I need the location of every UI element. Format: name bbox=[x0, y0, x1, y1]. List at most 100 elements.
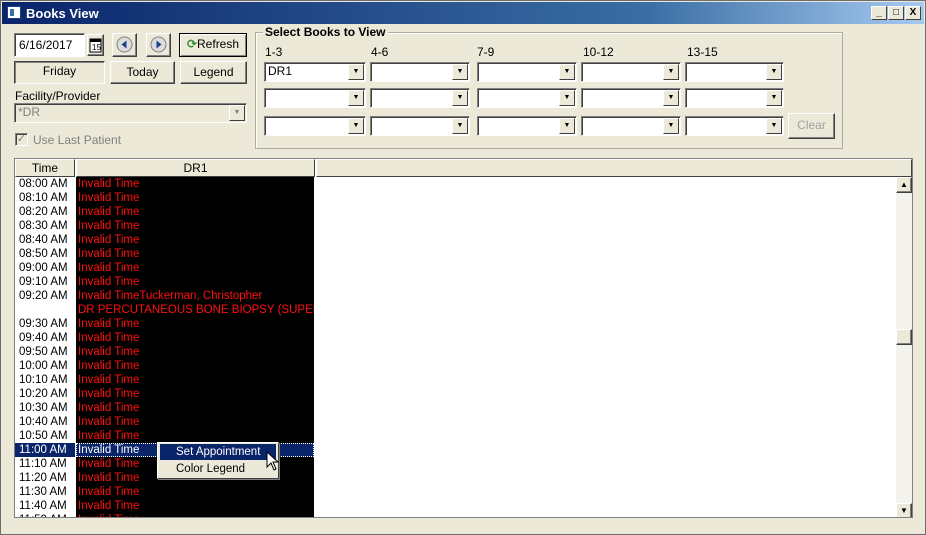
time-slot-row[interactable]: 09:10 AM bbox=[15, 275, 75, 289]
book-select-7[interactable]: ▼ bbox=[477, 62, 577, 82]
book-select-15[interactable]: ▼ bbox=[685, 116, 784, 136]
day-label: Friday bbox=[42, 64, 77, 78]
previous-day-button[interactable] bbox=[112, 33, 137, 57]
book-select-8[interactable]: ▼ bbox=[477, 88, 577, 108]
clear-button[interactable]: Clear bbox=[788, 113, 835, 139]
appointment-slot[interactable]: Invalid TimeTuckerman, Christopher DR PER… bbox=[76, 289, 314, 317]
menu-item-set-appointment[interactable]: Set Appointment bbox=[160, 444, 276, 460]
time-slot-row[interactable]: 08:40 AM bbox=[15, 233, 75, 247]
time-slot-row[interactable]: 10:10 AM bbox=[15, 373, 75, 387]
time-slot-row[interactable]: 09:00 AM bbox=[15, 261, 75, 275]
app-icon bbox=[7, 6, 21, 19]
time-slot-row[interactable]: 11:00 AM bbox=[15, 443, 75, 457]
appointment-slot[interactable]: Invalid Time bbox=[76, 331, 314, 345]
appointment-slot[interactable]: Invalid Time bbox=[76, 317, 314, 331]
book-select-12[interactable]: ▼ bbox=[581, 116, 681, 136]
time-slot-row[interactable]: 10:40 AM bbox=[15, 415, 75, 429]
legend-label: Legend bbox=[193, 65, 234, 79]
use-last-patient-checkbox[interactable]: ✓ bbox=[15, 133, 28, 146]
appointment-slot[interactable]: Invalid Time bbox=[76, 233, 314, 247]
book-select-5[interactable]: ▼ bbox=[370, 88, 470, 108]
time-slot-row[interactable]: 11:40 AM bbox=[15, 499, 75, 513]
appointment-slot[interactable]: Invalid Time bbox=[76, 191, 314, 205]
appointment-slot[interactable]: Invalid Time bbox=[76, 359, 314, 373]
time-slot-row[interactable]: 10:30 AM bbox=[15, 401, 75, 415]
next-day-button[interactable] bbox=[146, 33, 171, 57]
time-slot-row[interactable]: 11:20 AM bbox=[15, 471, 75, 485]
book-select-1[interactable]: DR1 ▼ bbox=[264, 62, 366, 82]
minimize-button[interactable]: _ bbox=[871, 6, 887, 20]
appointment-slot[interactable]: Invalid Time bbox=[76, 345, 314, 359]
time-slot-row[interactable]: 08:30 AM bbox=[15, 219, 75, 233]
appointment-slot[interactable]: Invalid Time bbox=[76, 177, 314, 191]
legend-button[interactable]: Legend bbox=[180, 61, 247, 84]
appointment-slot-text: Invalid Time bbox=[78, 262, 140, 274]
facility-provider-select[interactable]: *DR ▼ bbox=[14, 103, 247, 123]
book-select-value: DR1 bbox=[268, 64, 293, 78]
time-slot-row[interactable]: 10:20 AM bbox=[15, 387, 75, 401]
calendar-button[interactable]: 15 bbox=[87, 34, 104, 56]
time-slot-row[interactable]: 11:10 AM bbox=[15, 457, 75, 471]
book-select-2[interactable]: ▼ bbox=[264, 88, 366, 108]
book-select-13[interactable]: ▼ bbox=[685, 62, 784, 82]
time-slot-row[interactable]: 08:50 AM bbox=[15, 247, 75, 261]
date-value: 6/16/2017 bbox=[19, 38, 73, 52]
clear-label: Clear bbox=[797, 118, 826, 132]
book-column-label: 4-6 bbox=[371, 45, 389, 59]
book-select-14[interactable]: ▼ bbox=[685, 88, 784, 108]
chevron-down-icon: ▼ bbox=[663, 90, 679, 106]
appointment-slot[interactable]: Invalid Time bbox=[76, 429, 314, 443]
appointment-slot[interactable]: Invalid Time bbox=[76, 485, 314, 499]
scroll-up-button[interactable]: ▲ bbox=[896, 177, 912, 193]
appointment-slot-text: Invalid Time bbox=[78, 374, 140, 386]
time-slot-row[interactable]: 08:00 AM bbox=[15, 177, 75, 191]
appointment-slot[interactable]: Invalid Time bbox=[76, 261, 314, 275]
book-select-9[interactable]: ▼ bbox=[477, 116, 577, 136]
book-select-10[interactable]: ▼ bbox=[581, 62, 681, 82]
close-button[interactable]: X bbox=[905, 6, 921, 20]
scroll-thumb[interactable] bbox=[896, 329, 912, 345]
appointment-slot[interactable]: Invalid Time bbox=[76, 387, 314, 401]
appointment-slot[interactable]: Invalid Time bbox=[76, 415, 314, 429]
appointment-slot[interactable]: Invalid Time bbox=[76, 275, 314, 289]
title-bar[interactable]: Books View _ □ X bbox=[2, 2, 924, 24]
appointment-slot[interactable]: Invalid Time bbox=[76, 205, 314, 219]
appointment-slot[interactable]: Invalid Time bbox=[76, 513, 314, 517]
today-button[interactable]: Today bbox=[110, 61, 175, 84]
refresh-button[interactable]: ⟳Refresh bbox=[179, 33, 247, 57]
appointment-slot-text: Invalid Time bbox=[78, 248, 140, 260]
time-slot-row[interactable]: 11:50 AM bbox=[15, 513, 75, 517]
book-column-label: 13-15 bbox=[687, 45, 718, 59]
appointment-slot[interactable]: Invalid Time bbox=[76, 401, 314, 415]
vertical-scrollbar[interactable]: ▲ ▼ bbox=[896, 177, 912, 517]
chevron-down-icon: ▼ bbox=[766, 64, 782, 80]
time-slot-row[interactable]: 09:30 AM bbox=[15, 317, 75, 331]
book-select-3[interactable]: ▼ bbox=[264, 116, 366, 136]
time-slot-row[interactable]: 08:10 AM bbox=[15, 191, 75, 205]
window-title: Books View bbox=[26, 6, 99, 21]
appointment-slot[interactable]: Invalid Time bbox=[76, 247, 314, 261]
appointment-slot[interactable]: Invalid Time bbox=[76, 373, 314, 387]
date-field[interactable]: 6/16/2017 bbox=[14, 33, 85, 57]
time-column-header[interactable]: Time bbox=[15, 159, 75, 177]
time-slot-row[interactable]: 09:20 AM bbox=[15, 289, 75, 317]
book-select-4[interactable]: ▼ bbox=[370, 62, 470, 82]
menu-item-color-legend[interactable]: Color Legend bbox=[160, 461, 276, 477]
chevron-down-icon: ▼ bbox=[559, 64, 575, 80]
time-slot-row[interactable]: 10:00 AM bbox=[15, 359, 75, 373]
time-slot-row[interactable]: 09:50 AM bbox=[15, 345, 75, 359]
time-slot-row[interactable]: 09:40 AM bbox=[15, 331, 75, 345]
facility-provider-label: Facility/Provider bbox=[15, 89, 101, 103]
provider-column-header[interactable]: DR1 bbox=[76, 159, 315, 177]
maximize-button[interactable]: □ bbox=[888, 6, 904, 20]
book-select-6[interactable]: ▼ bbox=[370, 116, 470, 136]
time-slot-row[interactable]: 08:20 AM bbox=[15, 205, 75, 219]
scroll-down-button[interactable]: ▼ bbox=[896, 503, 912, 517]
appointment-slot-text: Invalid Time bbox=[78, 346, 140, 358]
appointment-slot[interactable]: Invalid Time bbox=[76, 499, 314, 513]
time-slot-row[interactable]: 11:30 AM bbox=[15, 485, 75, 499]
time-slot-row[interactable]: 10:50 AM bbox=[15, 429, 75, 443]
book-select-11[interactable]: ▼ bbox=[581, 88, 681, 108]
day-of-week-display: Friday bbox=[14, 61, 105, 84]
appointment-slot[interactable]: Invalid Time bbox=[76, 219, 314, 233]
